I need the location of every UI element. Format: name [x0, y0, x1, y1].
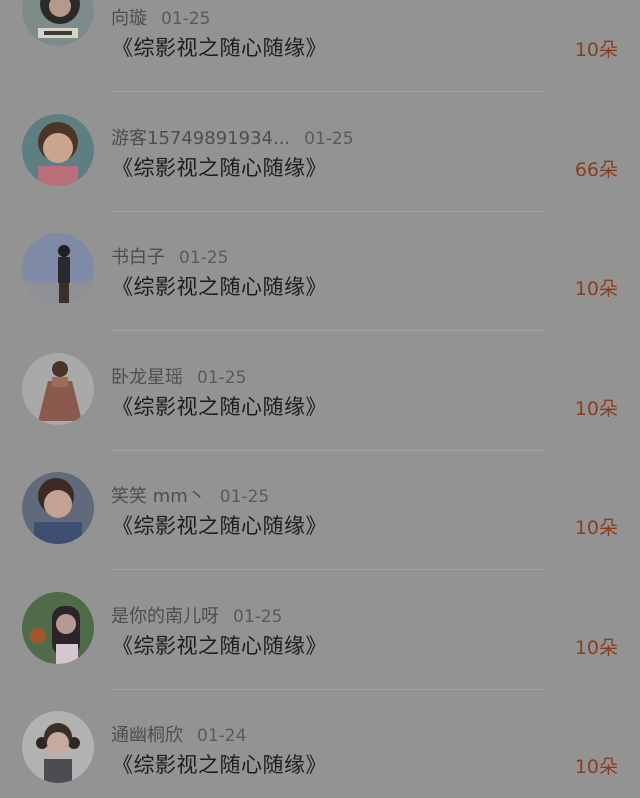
avatar[interactable]	[22, 233, 94, 305]
avatar-girl-dark-hair-icon	[22, 0, 94, 46]
divider	[112, 91, 544, 92]
book-title: 《综影视之随心随缘》	[112, 394, 327, 419]
avatar[interactable]	[22, 711, 94, 783]
book-title: 《综影视之随心随缘》	[112, 633, 327, 658]
list-item[interactable]: 游客15749891934... 01-25 《综影视之随心随缘》 66朵	[0, 94, 640, 214]
avatar-child-icon	[22, 113, 94, 186]
list-item[interactable]: 笑笑 mm丶 01-25 《综影视之随心随缘》 10朵	[0, 452, 640, 572]
book-title: 《综影视之随心随缘》	[112, 275, 327, 299]
date: 01-25	[197, 367, 247, 388]
divider	[112, 569, 544, 570]
username: 向璇	[111, 8, 147, 29]
list-item[interactable]: 通幽桐欣 01-24 《综影视之随心随缘》 10朵	[0, 691, 640, 798]
date: 01-25	[219, 487, 270, 507]
divider	[112, 210, 544, 212]
list-item[interactable]: 向璇 01-25 《综影视之随心随缘》 10朵	[0, 0, 640, 94]
date: 01-25	[304, 128, 354, 149]
gift-record-list: 向璇 01-25 《综影视之随心随缘》 10朵 游客15749891934... 0…	[0, 0, 640, 798]
divider	[112, 688, 544, 690]
gift-amount: 10朵	[574, 39, 618, 61]
username: 通幽桐欣	[111, 725, 183, 746]
book-title: 《综影视之随心随缘》	[112, 753, 327, 777]
avatar-child-smile-icon	[22, 472, 94, 544]
username: 笑笑 mm丶	[111, 486, 206, 507]
gift-amount: 10朵	[574, 397, 618, 420]
username: 书白子	[111, 247, 165, 268]
gift-amount: 10朵	[574, 636, 618, 659]
divider	[112, 449, 544, 451]
avatar[interactable]	[22, 0, 94, 46]
gift-amount: 10朵	[574, 278, 618, 300]
gift-amount: 66朵	[574, 158, 618, 181]
avatar-girl-pigtails-icon	[22, 711, 94, 783]
date: 01-24	[197, 726, 247, 746]
avatar[interactable]	[22, 591, 94, 664]
list-item[interactable]: 是你的南儿呀 01-25 《综影视之随心随缘》 10朵	[0, 572, 640, 692]
gift-amount: 10朵	[574, 756, 618, 778]
book-title: 《综影视之随心随缘》	[112, 514, 327, 538]
avatar-girl-dress-icon	[22, 352, 94, 425]
book-title: 《综影视之随心随缘》	[112, 36, 327, 60]
book-title: 《综影视之随心随缘》	[112, 155, 327, 180]
avatar[interactable]	[22, 352, 94, 425]
list-item[interactable]: 书白子 01-25 《综影视之随心随缘》 10朵	[0, 213, 640, 333]
list-item[interactable]: 卧龙星瑶 01-25 《综影视之随心随缘》 10朵	[0, 333, 640, 453]
username: 卧龙星瑶	[111, 366, 183, 388]
date: 01-25	[233, 606, 283, 627]
avatar-person-backlit-icon	[22, 233, 94, 305]
gift-amount: 10朵	[574, 517, 618, 539]
avatar[interactable]	[22, 113, 94, 186]
username: 是你的南儿呀	[111, 605, 219, 627]
date: 01-25	[179, 248, 229, 268]
date: 01-25	[161, 9, 211, 29]
avatar[interactable]	[22, 472, 94, 544]
divider	[112, 330, 544, 331]
avatar-girl-long-hair-icon	[22, 591, 94, 664]
username: 游客15749891934...	[111, 127, 291, 149]
